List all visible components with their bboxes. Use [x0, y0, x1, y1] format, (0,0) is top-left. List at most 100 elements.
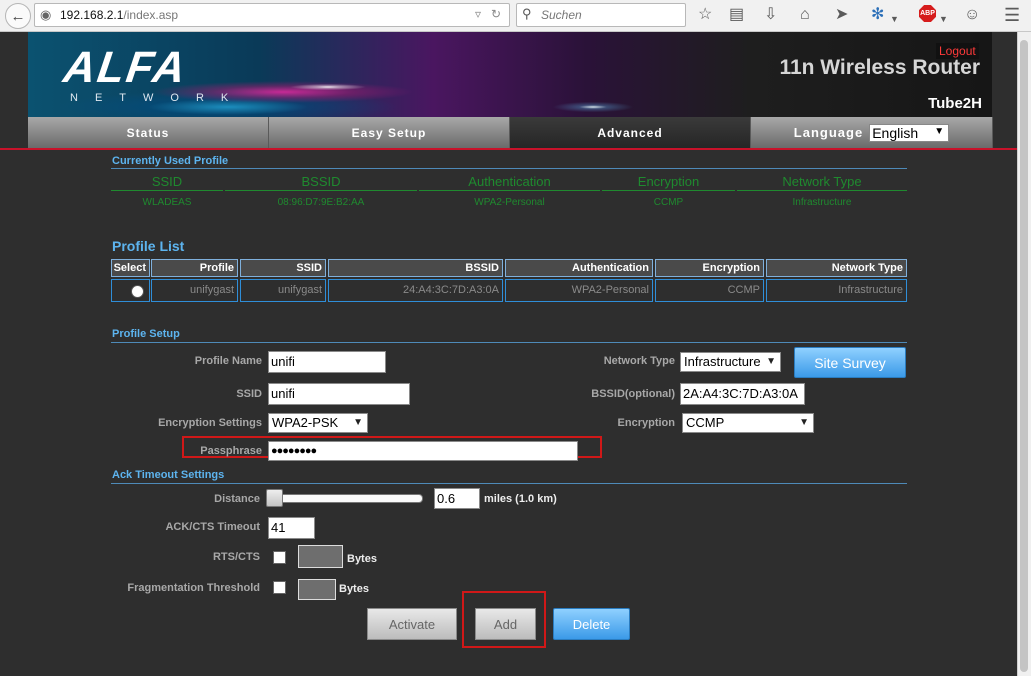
dropdown-chevron-icon[interactable]: ▿ — [475, 7, 481, 21]
distance-input[interactable]: 0.6 — [434, 488, 480, 509]
table-row-cell: CCMP — [655, 279, 764, 302]
table-row-cell: 24:A4:3C:7D:A3:0A — [328, 279, 503, 302]
rts-cts-checkbox[interactable] — [273, 551, 286, 564]
ack-cts-timeout-input[interactable]: 41 — [268, 517, 315, 539]
network-type-label: Network Type — [603, 355, 675, 367]
section-divider — [111, 483, 907, 484]
language-select[interactable]: English ▼ — [869, 123, 950, 142]
profile-list-header: Network Type — [766, 259, 907, 277]
profile-list-header: Profile — [151, 259, 238, 277]
chevron-down-icon: ▼ — [353, 417, 363, 428]
encryption-select[interactable]: CCMP ▼ — [682, 413, 814, 433]
current-profile-header: Encryption — [602, 174, 735, 191]
current-profile-header: Authentication — [419, 174, 600, 191]
ssid-label: SSID — [236, 388, 262, 400]
search-placeholder: Suchen — [541, 8, 582, 22]
distance-label: Distance — [214, 493, 260, 505]
tab-advanced[interactable]: Advanced — [510, 117, 751, 148]
browser-toolbar: ← ◉ 192.168.2.1/index.asp ▿ ↻ ⚲ Suchen ☆… — [0, 0, 1031, 32]
rts-cts-label: RTS/CTS — [212, 551, 260, 563]
tab-easy-setup[interactable]: Easy Setup — [269, 117, 510, 148]
main-nav: Status Easy Setup Advanced Language Engl… — [28, 117, 993, 148]
fragmentation-input[interactable] — [298, 579, 336, 600]
bssid-label: BSSID(optional) — [591, 388, 675, 400]
encryption-settings-select[interactable]: WPA2-PSK ▼ — [268, 413, 368, 433]
back-arrow-icon[interactable]: ← — [5, 3, 31, 29]
fragmentation-threshold-label: Fragmentation Threshold — [127, 582, 260, 594]
distance-slider-track[interactable] — [266, 494, 423, 503]
passphrase-label: Passphrase — [200, 445, 262, 457]
ssid-input[interactable]: unifi — [268, 383, 410, 405]
send-icon[interactable]: ➤ — [835, 5, 848, 25]
profile-select-radio[interactable] — [131, 285, 144, 298]
alfa-logo-subtitle: NETWORK — [70, 92, 246, 104]
profile-name-input[interactable]: unifi — [268, 351, 386, 373]
table-row-cell: Infrastructure — [766, 279, 907, 302]
activate-button[interactable]: Activate — [367, 608, 457, 640]
encryption-value: CCMP — [686, 415, 725, 430]
encryption-label: Encryption — [617, 417, 675, 429]
add-button[interactable]: Add — [475, 608, 536, 640]
delete-button[interactable]: Delete — [553, 608, 630, 640]
distance-unit: miles (1.0 km) — [484, 493, 557, 505]
search-icon: ⚲ — [522, 6, 532, 21]
profile-list-title: Profile List — [112, 238, 185, 254]
table-row-cell: unifygast — [240, 279, 326, 302]
menu-icon[interactable]: ☰ — [1004, 5, 1020, 25]
profile-list-header: Authentication — [505, 259, 653, 277]
adblock-dropdown-icon[interactable]: ▼ — [939, 9, 948, 29]
current-profile-value: CCMP — [653, 197, 684, 208]
language-value: English — [872, 124, 919, 141]
address-bar[interactable]: ◉ 192.168.2.1/index.asp ▿ ↻ — [34, 3, 510, 27]
extension-dropdown-icon[interactable]: ▼ — [890, 9, 899, 29]
current-profile-title: Currently Used Profile — [112, 155, 229, 167]
tab-status[interactable]: Status — [28, 117, 269, 148]
current-profile-header: BSSID — [225, 174, 417, 191]
header-divider — [0, 148, 1031, 150]
encryption-settings-value: WPA2-PSK — [272, 415, 339, 430]
current-profile-value: 08:96:D7:9E:B2:AA — [277, 197, 365, 208]
current-profile-value: WPA2-Personal — [474, 197, 545, 208]
bookmark-star-icon[interactable]: ☆ — [698, 5, 712, 25]
reload-icon[interactable]: ↻ — [491, 7, 501, 21]
scrollbar-thumb[interactable] — [1020, 40, 1028, 672]
current-profile-header: SSID — [111, 174, 223, 191]
passphrase-input[interactable]: ●●●●●●●● — [268, 441, 578, 461]
site-survey-button[interactable]: Site Survey — [794, 347, 906, 378]
fragmentation-unit: Bytes — [339, 583, 369, 595]
section-divider — [111, 342, 907, 343]
chat-icon[interactable]: ☺ — [964, 5, 980, 25]
profile-list-header: Encryption — [655, 259, 764, 277]
current-profile-value: Infrastructure — [792, 197, 852, 208]
language-label: Language — [793, 125, 864, 140]
ack-timeout-title: Ack Timeout Settings — [112, 469, 225, 481]
router-model: Tube2H — [928, 95, 982, 112]
bssid-input[interactable]: 2A:A4:3C:7D:A3:0A — [680, 383, 805, 405]
chevron-down-icon: ▼ — [766, 356, 776, 367]
table-row-cell: unifygast — [151, 279, 238, 302]
router-header-banner: ALFA NETWORK Logout 11n Wireless Router … — [28, 32, 992, 117]
network-type-select[interactable]: Infrastructure ▼ — [680, 352, 781, 372]
search-bar[interactable]: ⚲ Suchen — [516, 3, 686, 27]
network-type-value: Infrastructure — [684, 354, 761, 369]
language-bar: Language English ▼ — [751, 117, 993, 148]
table-row-cell: WPA2-Personal — [505, 279, 653, 302]
fragmentation-checkbox[interactable] — [273, 581, 286, 594]
chevron-down-icon: ▼ — [934, 125, 945, 137]
chevron-down-icon: ▼ — [799, 417, 809, 428]
router-title: 11n Wireless Router — [779, 56, 980, 79]
profile-list-header: BSSID — [328, 259, 503, 277]
reading-list-icon[interactable]: ▤ — [729, 5, 744, 25]
rts-cts-input[interactable] — [298, 545, 343, 568]
alfa-logo: ALFA — [60, 43, 191, 92]
home-icon[interactable]: ⌂ — [800, 5, 810, 25]
adblock-icon[interactable]: ABP — [919, 5, 936, 22]
extension-icon[interactable]: ✻ — [871, 5, 884, 25]
download-icon[interactable]: ⇩ — [764, 5, 777, 25]
globe-icon: ◉ — [40, 7, 52, 22]
ack-cts-timeout-label: ACK/CTS Timeout — [165, 521, 260, 533]
distance-slider-handle[interactable] — [266, 489, 283, 507]
section-divider — [111, 168, 907, 169]
profile-name-label: Profile Name — [194, 355, 262, 367]
encryption-settings-label: Encryption Settings — [158, 417, 262, 429]
